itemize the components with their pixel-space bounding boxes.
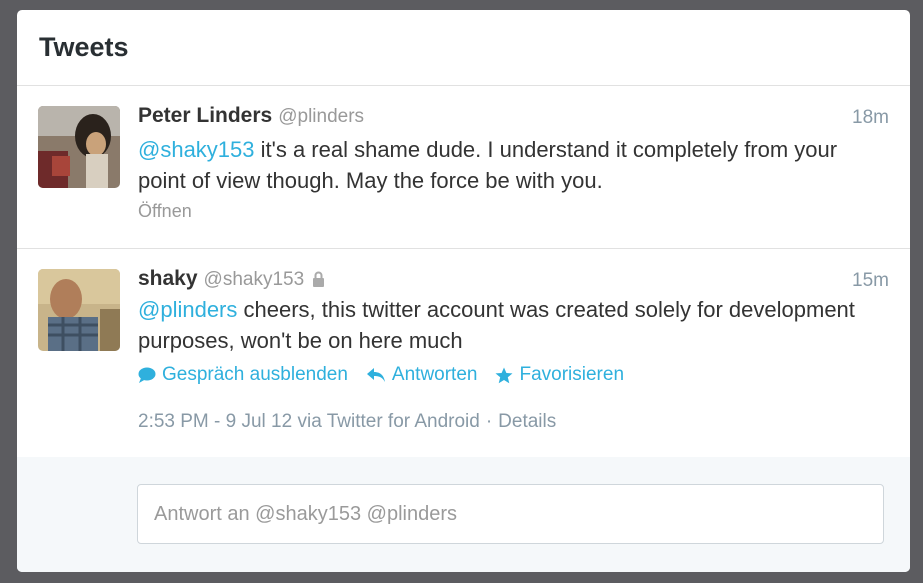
tweet-time[interactable]: 15m xyxy=(852,270,889,292)
reply-input[interactable] xyxy=(137,484,884,544)
panel-title: Tweets xyxy=(39,32,129,62)
tweet-header: shaky @shaky153 15m xyxy=(138,267,889,295)
reply-label: Antworten xyxy=(391,364,478,385)
avatar-photo-icon xyxy=(38,269,120,351)
tweet-actions: Gespräch ausblenden Antworten Favorisier… xyxy=(138,364,642,386)
favorite-label: Favorisieren xyxy=(519,364,625,385)
meta-separator: · xyxy=(485,411,493,432)
author-name[interactable]: Peter Linders xyxy=(138,104,272,127)
avatar-photo-icon xyxy=(38,106,120,188)
favorite-button[interactable]: Favorisieren xyxy=(495,364,624,386)
panel-header: Tweets xyxy=(17,10,910,86)
reply-area xyxy=(17,457,910,572)
author-handle[interactable]: @plinders xyxy=(278,106,364,127)
hide-conversation-button[interactable]: Gespräch ausblenden xyxy=(138,364,348,386)
mention-link[interactable]: @shaky153 xyxy=(138,137,255,162)
tweet-text: @shaky153 it's a real shame dude. I unde… xyxy=(138,134,873,196)
star-icon xyxy=(495,367,513,383)
tweet-body: cheers, this twitter account was created… xyxy=(138,297,855,353)
speech-bubble-icon xyxy=(138,367,156,383)
reply-arrow-icon xyxy=(366,368,385,382)
tweet[interactable]: shaky @shaky153 15m @plinders cheers, thi… xyxy=(17,249,910,458)
tweet[interactable]: Peter Linders @plinders 18m @shaky153 it'… xyxy=(17,86,910,249)
author-name[interactable]: shaky xyxy=(138,267,198,290)
lock-icon xyxy=(312,271,325,292)
tweet-time[interactable]: 18m xyxy=(852,107,889,129)
avatar[interactable] xyxy=(38,106,120,188)
author-handle[interactable]: @shaky153 xyxy=(204,269,305,290)
tweets-panel: Tweets Peter Linders @plinders 18m @shaky… xyxy=(17,10,910,572)
hide-conversation-label: Gespräch ausblenden xyxy=(162,364,348,385)
tweet-text: @plinders cheers, this twitter account w… xyxy=(138,294,873,356)
reply-button[interactable]: Antworten xyxy=(366,364,478,386)
mention-link[interactable]: @plinders xyxy=(138,297,237,322)
tweet-meta: 2:53 PM - 9 Jul 12 via Twitter for Andro… xyxy=(138,411,556,433)
open-link[interactable]: Öffnen xyxy=(138,201,192,222)
tweet-header: Peter Linders @plinders 18m xyxy=(138,104,889,132)
tweet-timestamp[interactable]: 2:53 PM - 9 Jul 12 via Twitter for Andro… xyxy=(138,411,480,432)
avatar[interactable] xyxy=(38,269,120,351)
details-link[interactable]: Details xyxy=(498,411,556,432)
